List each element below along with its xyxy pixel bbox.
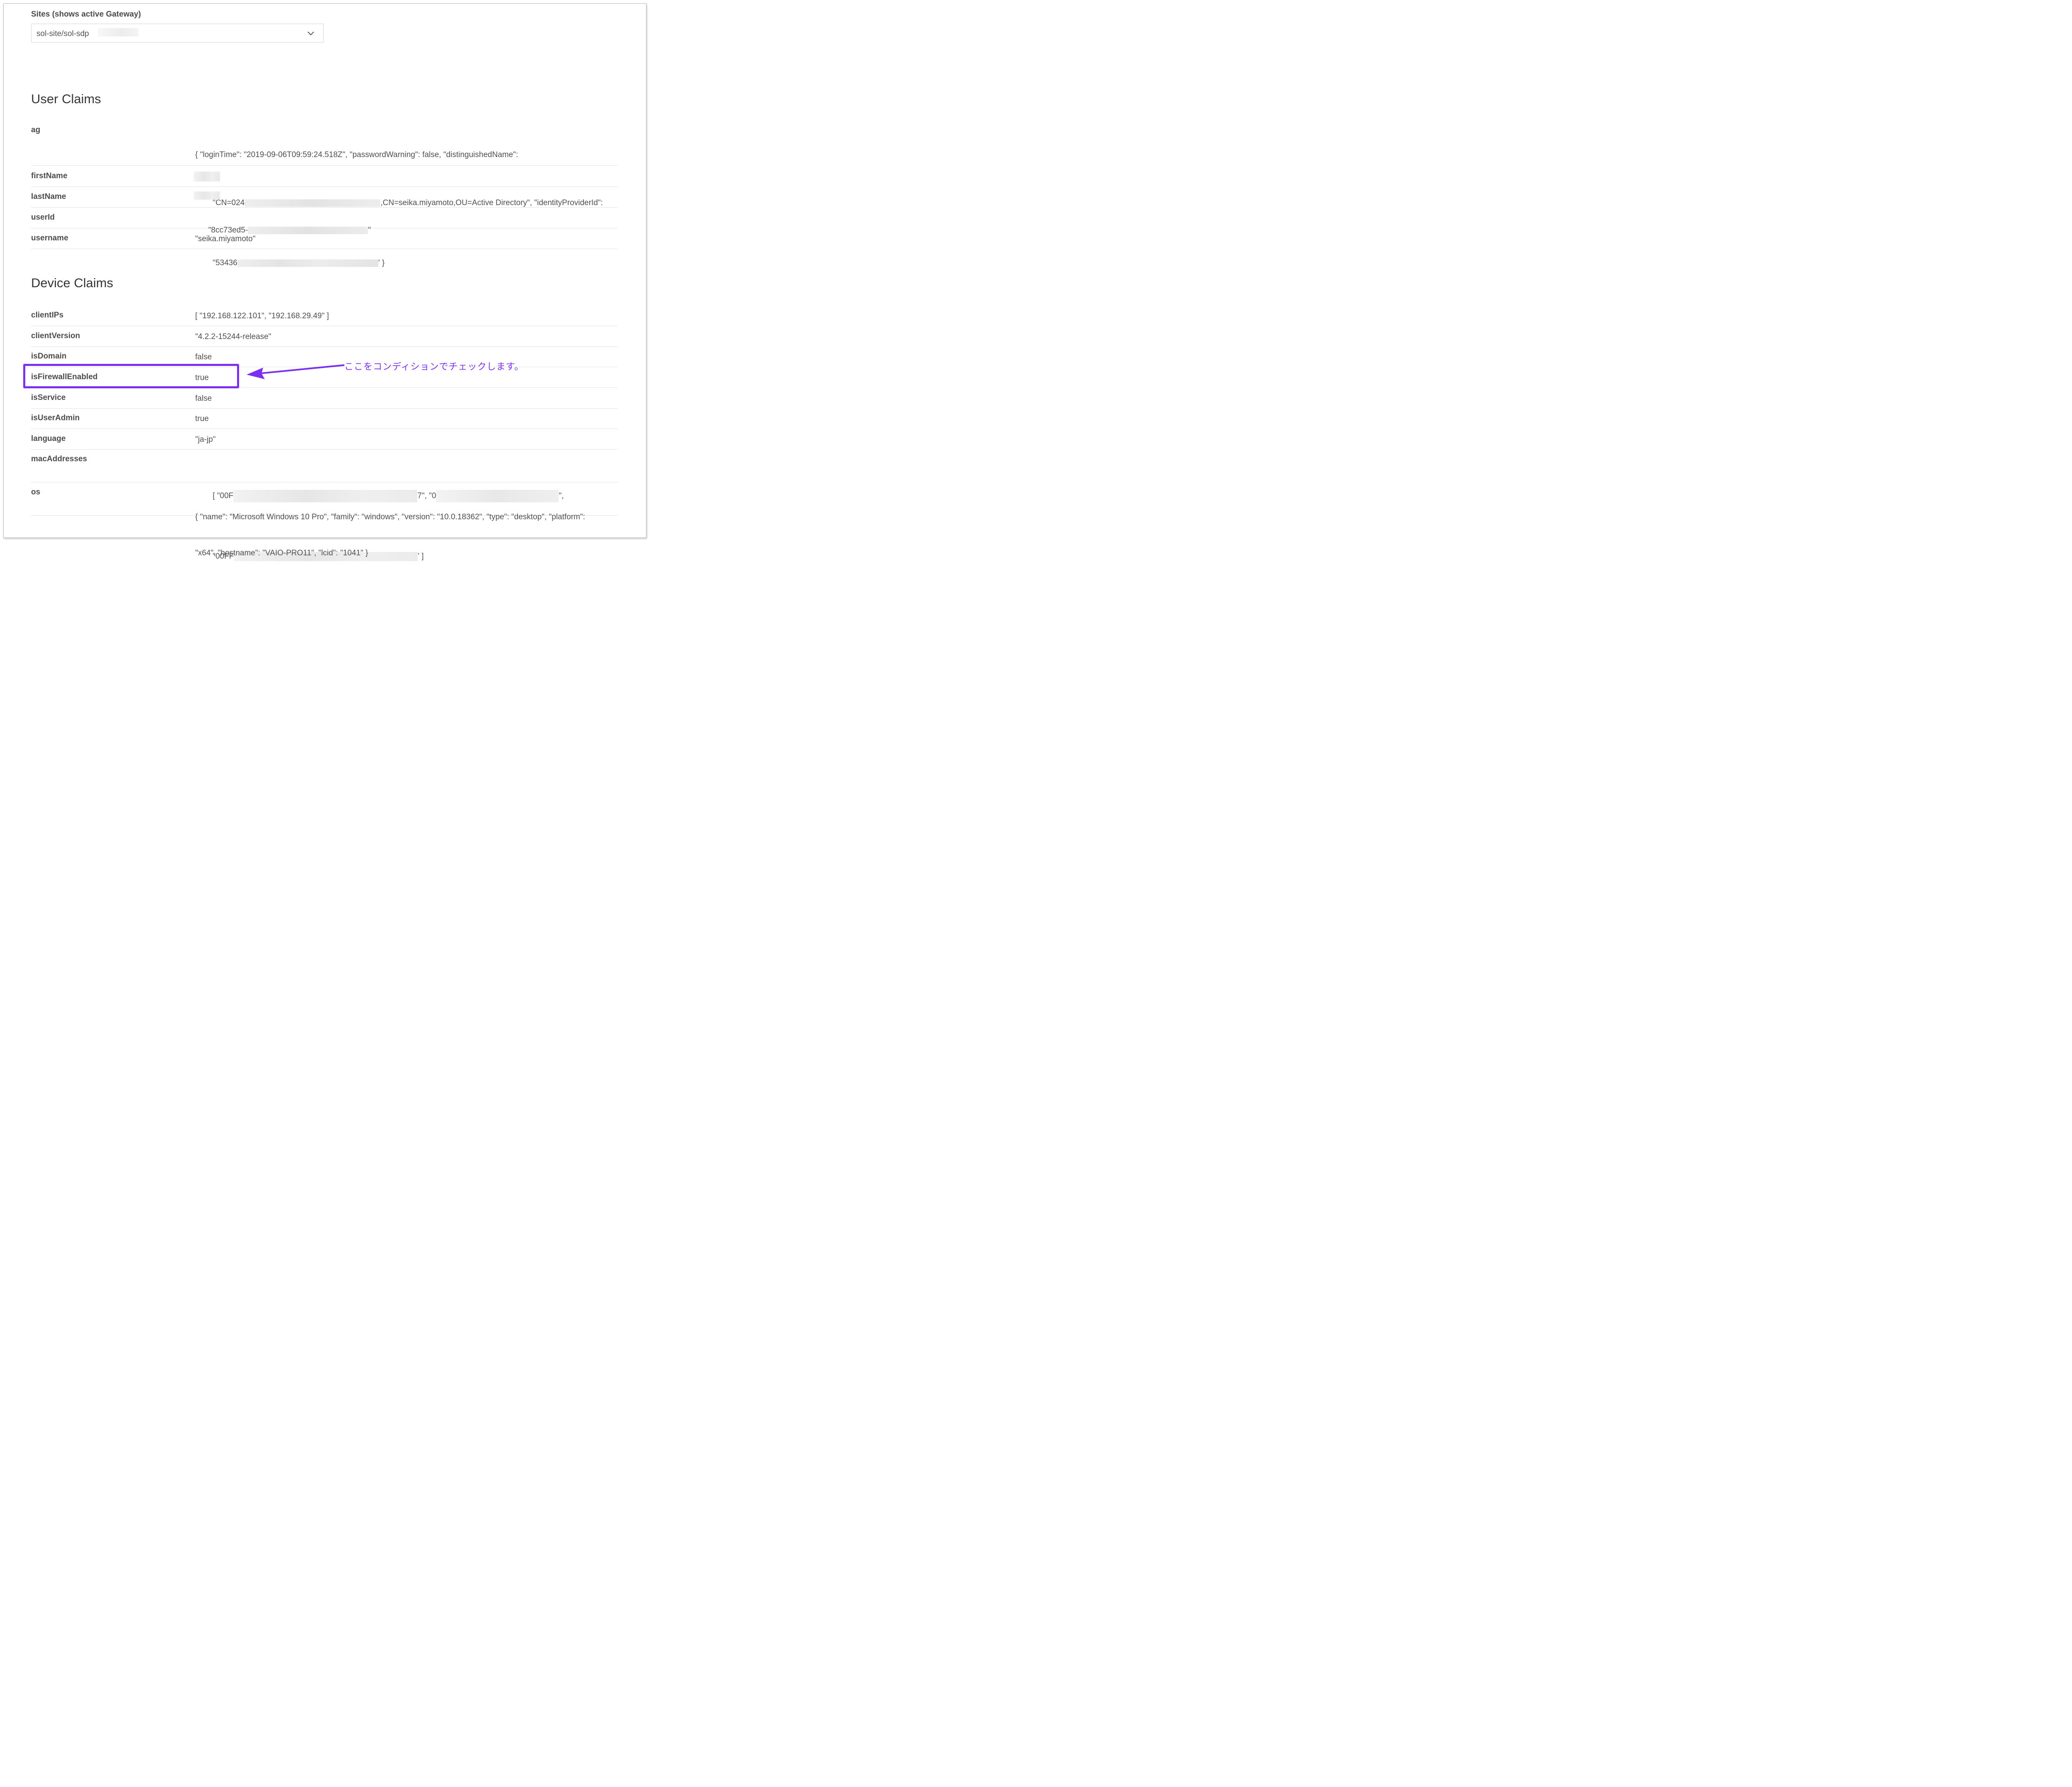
claim-key: userId — [31, 213, 55, 222]
claim-row-isservice: isService false — [31, 393, 618, 409]
claim-key: clientIPs — [31, 311, 64, 320]
redacted-block — [237, 259, 378, 267]
claim-key: ag — [31, 126, 41, 134]
claim-key: os — [31, 488, 41, 496]
claim-key: isDomain — [31, 352, 67, 361]
claim-row-isuseradmin: isUserAdmin true — [31, 414, 618, 429]
claim-row-username: username "seika.miyamoto" — [31, 234, 618, 249]
redacted-block — [194, 172, 220, 182]
claim-value: "seika.miyamoto" — [195, 235, 256, 243]
claims-panel: Sites (shows active Gateway) sol-site/so… — [3, 3, 646, 561]
highlight-box — [23, 364, 239, 388]
claim-value: { "name": "Microsoft Windows 10 Pro", "f… — [195, 487, 614, 583]
sites-label: Sites (shows active Gateway) — [31, 10, 141, 19]
chevron-down-icon[interactable] — [307, 29, 315, 37]
claim-row-clientversion: clientVersion "4.2.2-15244-release" — [31, 332, 618, 347]
user-claims-title: User Claims — [31, 92, 101, 106]
sites-select[interactable]: sol-site/sol-sdp — [31, 24, 324, 43]
claim-value: true — [195, 414, 209, 423]
claim-value-line: { "name": "Microsoft Windows 10 Pro", "f… — [195, 513, 585, 521]
claim-value-line: "53436 ' } — [195, 245, 614, 281]
redacted-block — [98, 28, 138, 36]
claim-row-macaddresses: macAddresses [ "00F 7", "0 ", "00FF ' ] — [31, 455, 618, 561]
claim-value: "ja-jp" — [195, 435, 216, 444]
arrow-left-icon — [247, 364, 345, 379]
claim-row-userid: userId "8cc73ed5- " — [31, 213, 618, 235]
claim-value-line: { "loginTime": "2019-09-06T09:59:24.518Z… — [195, 150, 518, 159]
claim-value-part: "53436 — [213, 259, 237, 267]
claim-key: firstName — [31, 172, 68, 180]
claim-value-line: "x64", "hostname": "VAIO-PRO11", "lcid":… — [195, 549, 368, 557]
redacted-block — [194, 191, 220, 200]
claim-key: lastName — [31, 192, 66, 201]
claim-key: isUserAdmin — [31, 414, 80, 422]
claim-row-ag: ag { "loginTime": "2019-09-06T09:59:24.5… — [31, 126, 618, 267]
claim-key: clientVersion — [31, 332, 80, 340]
sites-select-value: sol-site/sol-sdp — [36, 29, 89, 38]
claim-key: isService — [31, 393, 66, 402]
annotation-text: ここをコンディションでチェックします。 — [344, 362, 524, 372]
claim-row-clientips: clientIPs [ "192.168.122.101", "192.168.… — [31, 311, 618, 326]
device-claims-title: Device Claims — [31, 276, 114, 290]
claim-row-firstname: firstName — [31, 172, 618, 187]
claim-row-language: language "ja-jp" — [31, 434, 618, 450]
claim-value: false — [195, 394, 212, 403]
claim-value-part: ' } — [378, 259, 385, 267]
claim-value: "4.2.2-15244-release" — [195, 332, 271, 341]
claim-key: macAddresses — [31, 455, 87, 463]
claim-key: username — [31, 234, 68, 242]
claim-key: language — [31, 434, 66, 443]
claim-value: [ "192.168.122.101", "192.168.29.49" ] — [195, 312, 329, 320]
claim-row-os: os { "name": "Microsoft Windows 10 Pro",… — [31, 488, 618, 557]
claim-row-lastname: lastName — [31, 191, 618, 208]
